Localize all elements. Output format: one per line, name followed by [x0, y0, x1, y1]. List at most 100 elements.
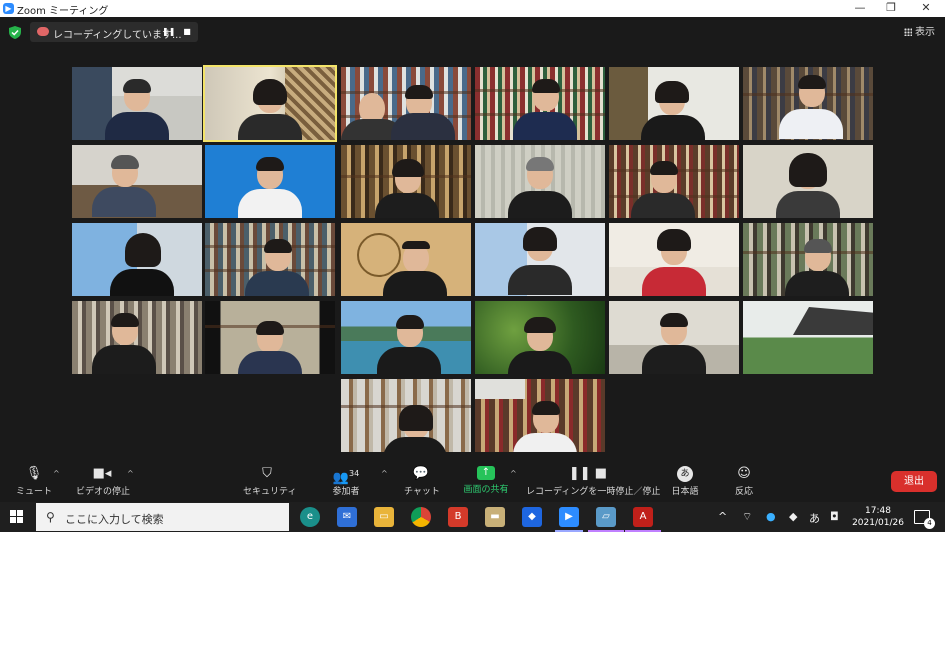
mail-icon[interactable]: ✉ — [337, 507, 357, 527]
recording-control-button[interactable]: ❚❚ ■ レコーディングを一時停止／停止 — [526, 466, 660, 497]
chat-label: チャット — [404, 487, 440, 497]
recording-control-label: レコーディングを一時停止／停止 — [526, 487, 661, 497]
security-button[interactable]: ⛉ セキュリティ — [243, 466, 296, 497]
pause-stop-recording-icon: ❚❚ ■ — [568, 466, 608, 481]
search-placeholder: ここに入力して検索 — [65, 513, 164, 526]
video-camera-icon: ■◂ — [92, 466, 112, 481]
window-titlebar: ▶ Zoom ミーティング — ❐ ✕ — [0, 0, 945, 17]
video-tile[interactable] — [609, 145, 739, 218]
video-tile[interactable] — [205, 223, 335, 296]
chrome-icon[interactable] — [411, 507, 431, 527]
share-screen-icon: ↑ — [477, 466, 495, 480]
action-center-icon[interactable]: 4 — [914, 510, 935, 529]
language-icon: あ — [677, 466, 693, 482]
video-tile[interactable] — [743, 145, 873, 218]
video-tile[interactable] — [475, 301, 605, 374]
reactions-button[interactable]: ☺ 反応 — [730, 466, 758, 497]
close-button[interactable]: ✕ — [916, 1, 936, 14]
language-label: 日本語 — [671, 487, 699, 497]
video-tile[interactable] — [205, 301, 335, 374]
audio-options-caret-icon[interactable]: ^ — [53, 469, 60, 478]
video-tile[interactable] — [475, 67, 605, 140]
pause-recording-icon[interactable]: ❚❚ — [162, 26, 175, 38]
view-button[interactable]: 表示 — [904, 23, 935, 38]
network-icon[interactable]: ⌔ — [742, 510, 752, 524]
video-tile[interactable] — [341, 379, 471, 452]
cloud-recording-icon — [37, 27, 49, 36]
video-tile[interactable] — [72, 223, 202, 296]
recording-indicator: レコーディングしています... ❚❚ ■ — [30, 22, 198, 42]
stop-recording-icon[interactable]: ■ — [181, 26, 193, 38]
windows-start-icon[interactable] — [10, 510, 24, 524]
window-title: Zoom ミーティング — [17, 6, 109, 17]
share-screen-button[interactable]: ↑ 画面の共有 — [460, 466, 512, 495]
participants-label: 参加者 — [332, 487, 360, 497]
video-tile[interactable] — [743, 301, 873, 374]
edge-browser-icon[interactable]: e — [300, 507, 320, 527]
video-tile[interactable] — [205, 145, 335, 218]
video-tile[interactable] — [341, 67, 471, 140]
encryption-shield-icon[interactable] — [9, 26, 21, 39]
chat-button[interactable]: 💬 チャット — [404, 466, 440, 497]
video-tile-active-speaker[interactable] — [203, 65, 337, 142]
video-tile[interactable] — [743, 223, 873, 296]
meeting-area: レコーディングしています... ❚❚ ■ 表示 — [0, 17, 945, 502]
scanner-app-icon[interactable]: ▬ — [485, 507, 505, 527]
video-tile[interactable] — [341, 145, 471, 218]
leave-meeting-button[interactable]: 退出 — [891, 471, 937, 492]
taskbar-clock[interactable]: 17:48 2021/01/26 — [852, 505, 904, 529]
dropbox-icon[interactable]: ◆ — [522, 507, 542, 527]
clock-date: 2021/01/26 — [852, 518, 904, 528]
input-mode-icon[interactable]: ◘ — [830, 510, 839, 523]
chat-bubble-icon: 💬 — [412, 466, 430, 481]
acrobat-icon[interactable]: A — [625, 507, 661, 532]
meeting-toolbar: 🎙 ミュート ^ ■◂ ビデオの停止 ^ ⛉ セキュリティ 👥34 参加者 ^ … — [0, 462, 945, 502]
microphone-icon: 🎙 — [25, 466, 43, 481]
zoom-icon: ▶ — [3, 3, 14, 14]
file-explorer-icon[interactable]: ▭ — [374, 507, 394, 527]
security-shield-icon: ⛉ — [262, 466, 272, 481]
video-tile[interactable] — [743, 67, 873, 140]
view-button-label: 表示 — [915, 27, 935, 38]
share-screen-label: 画面の共有 — [463, 485, 509, 495]
zoom-taskbar-icon[interactable]: ▶ — [555, 507, 583, 532]
stop-video-button[interactable]: ■◂ ビデオの停止 — [76, 466, 131, 497]
mute-button[interactable]: 🎙 ミュート — [14, 466, 54, 497]
video-tile[interactable] — [609, 223, 739, 296]
restore-button[interactable]: ❐ — [881, 1, 901, 14]
video-tile[interactable] — [475, 145, 605, 218]
stop-video-label: ビデオの停止 — [76, 487, 131, 497]
video-tile[interactable] — [475, 223, 605, 296]
grid-view-icon — [904, 28, 912, 36]
video-tile[interactable] — [609, 67, 739, 140]
participants-button[interactable]: 👥34 参加者 — [326, 466, 366, 497]
security-label: セキュリティ — [243, 487, 297, 497]
language-button[interactable]: あ 日本語 — [668, 466, 702, 497]
red-app-icon[interactable]: B — [448, 507, 468, 527]
show-hidden-icons-chevron[interactable]: ^ — [718, 510, 727, 523]
participants-options-caret-icon[interactable]: ^ — [381, 469, 388, 478]
notification-count-badge: 4 — [924, 518, 935, 529]
search-icon: ⚲ — [46, 510, 55, 524]
reactions-label: 反応 — [734, 487, 753, 497]
participants-icon: 👥34 — [332, 469, 360, 486]
video-tile[interactable] — [609, 301, 739, 374]
ime-indicator[interactable]: あ — [809, 510, 820, 526]
reaction-smiley-icon: ☺ — [737, 466, 751, 481]
minimize-button[interactable]: — — [850, 1, 870, 14]
video-tile[interactable] — [72, 67, 202, 140]
video-tile[interactable] — [341, 301, 471, 374]
share-options-caret-icon[interactable]: ^ — [510, 469, 517, 478]
video-options-caret-icon[interactable]: ^ — [127, 469, 134, 478]
mute-label: ミュート — [15, 487, 52, 497]
video-tile[interactable] — [72, 145, 202, 218]
taskbar-search-box[interactable]: ⚲ ここに入力して検索 — [36, 503, 289, 531]
cloud-sync-icon[interactable]: ● — [766, 510, 776, 523]
video-tile[interactable] — [72, 301, 202, 374]
windows-taskbar: ⚲ ここに入力して検索 e ✉ ▭ B ▬ ◆ ▶ ▱ A ^ ⌔ ● ◆ あ … — [0, 502, 945, 532]
dropbox-tray-icon[interactable]: ◆ — [789, 510, 797, 523]
notebook-app-icon[interactable]: ▱ — [588, 507, 624, 532]
video-tile[interactable] — [341, 223, 471, 296]
video-tile[interactable] — [475, 379, 605, 452]
clock-time: 17:48 — [865, 506, 891, 516]
